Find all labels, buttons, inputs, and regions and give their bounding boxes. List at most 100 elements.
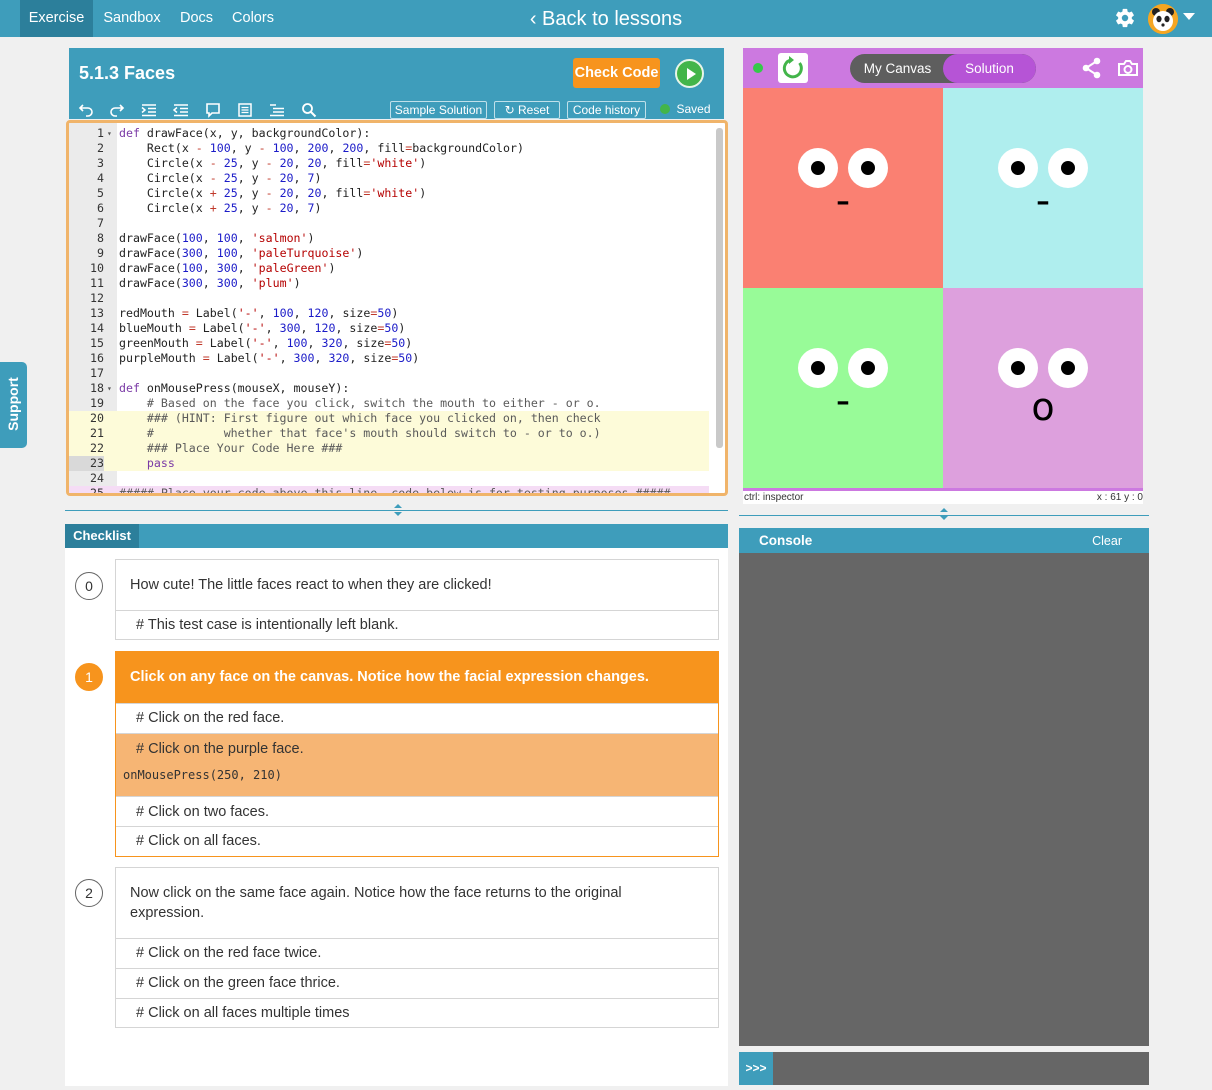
code-line[interactable]: 14 blueMouth = Label('-', 300, 120, size=… [69,321,709,336]
code-line[interactable]: 4 Circle(x - 25, y - 20, 7) [69,171,709,186]
saved-status: Saved [653,101,718,119]
code-line[interactable]: 11 drawFace(300, 300, 'plum') [69,276,709,291]
code-line[interactable]: 9 drawFace(300, 100, 'paleTurquoise') [69,246,709,261]
fold-arrow-icon[interactable]: ▾ [107,381,112,396]
back-to-lessons-link[interactable]: ‹ Back to lessons [530,8,682,30]
console-input[interactable]: >>> [739,1052,1149,1085]
drawing-canvas[interactable]: - - - o [743,88,1143,488]
code-line[interactable]: 18 ▾ def onMousePress(mouseX, mouseY): [69,381,709,396]
line-number: 23 [69,456,104,471]
line-number: 21 [90,426,104,440]
step-title: How cute! The little faces react to when… [130,577,492,593]
code-line[interactable]: 16 purpleMouth = Label('-', 300, 320, siz… [69,351,709,366]
chevron-down-icon[interactable] [1183,13,1195,20]
test-row[interactable]: # Click on the red face twice. [116,938,718,968]
refresh-icon[interactable] [778,53,808,83]
test-row[interactable]: # Click on two faces. [116,796,718,827]
code-text: Rect(x - 100, y - 100, 200, 200, fill=ba… [119,141,524,155]
code-text: ### Place Your Code Here ### [119,441,343,455]
resize-handle-icon[interactable] [393,503,403,517]
line-number: 17 [90,366,104,380]
code-text: Circle(x + 25, y - 20, 20, fill='white') [119,186,427,200]
test-row[interactable]: # Click on all faces. [116,826,718,856]
code-text: Circle(x + 25, y - 20, 7) [119,201,322,215]
tab-my-canvas[interactable]: My Canvas [850,54,945,83]
reset-button[interactable]: ↻ Reset [494,101,560,119]
pupil [811,161,825,175]
code-line[interactable]: 17 [69,366,709,381]
support-tab[interactable]: Support [0,362,27,448]
test-row-active[interactable]: # Click on the purple face. onMousePress… [116,733,718,797]
share-icon[interactable] [1082,57,1102,79]
face-blue[interactable]: - [943,88,1143,288]
pupil [811,361,825,375]
nav-tab-docs[interactable]: Docs [171,0,222,37]
code-line[interactable]: 2 Rect(x - 100, y - 100, 200, 200, fill=… [69,141,709,156]
code-line[interactable]: 22 ### Place Your Code Here ### [69,441,709,456]
face-green[interactable]: - [743,288,943,488]
code-line[interactable]: 24 [69,471,709,486]
test-row[interactable]: # Click on all faces multiple times [116,998,718,1028]
face-purple[interactable]: o [943,288,1143,488]
sample-solution-button[interactable]: Sample Solution [390,101,487,119]
code-history-button[interactable]: Code history [567,101,646,119]
code-line[interactable]: 1 ▾ def drawFace(x, y, backgroundColor): [69,126,709,141]
code-line[interactable]: 23 pass [69,456,709,471]
search-icon[interactable] [301,102,317,118]
test-row[interactable]: # Click on the red face. [116,703,718,733]
face-red[interactable]: - [743,88,943,288]
code-editor[interactable]: 1 ▾ def drawFace(x, y, backgroundColor): 2 … [66,120,728,496]
code-line[interactable]: 7 [69,216,709,231]
editor-header: 5.1.3 Faces Check Code Sample Solution ↻… [69,48,724,119]
format-icon[interactable] [237,102,253,118]
code-line[interactable]: 10 drawFace(100, 300, 'paleGreen') [69,261,709,276]
line-number: 19 [90,396,104,410]
line-number: 22 [90,441,104,455]
step-number: 2 [75,879,103,907]
code-line[interactable]: 25 ##### Place your code above this line,… [69,486,709,493]
code-line[interactable]: 8 drawFace(100, 100, 'salmon') [69,231,709,246]
code-text: purpleMouth = Label('-', 300, 320, size=… [119,351,420,365]
line-number: 7 [97,216,104,230]
pupil [1011,161,1025,175]
resize-handle-icon[interactable] [939,507,949,521]
line-number: 20 [90,411,104,425]
code-line[interactable]: 21 # whether that face's mouth should sw… [69,426,709,441]
editor-scrollbar[interactable] [716,128,723,448]
code-line[interactable]: 13 redMouth = Label('-', 100, 120, size=5… [69,306,709,321]
undo-icon[interactable] [78,102,94,118]
tab-checklist[interactable]: Checklist [65,524,139,548]
pupil [1061,161,1075,175]
checklist-bar: Checklist [65,524,728,548]
redo-icon[interactable] [109,102,125,118]
gear-icon[interactable] [1114,7,1136,29]
outdent-icon[interactable] [173,102,189,118]
list-icon[interactable] [269,102,285,118]
panda-avatar-icon[interactable] [1148,4,1178,34]
nav-tab-exercise[interactable]: Exercise [20,0,93,37]
check-code-button[interactable]: Check Code [573,58,660,88]
indent-icon[interactable] [141,102,157,118]
test-row[interactable]: # This test case is intentionally left b… [116,610,718,640]
line-number: 16 [90,351,104,365]
code-line[interactable]: 5 Circle(x + 25, y - 20, 20, fill='white… [69,186,709,201]
code-line[interactable]: 12 [69,291,709,306]
code-line[interactable]: 20 ### (HINT: First figure out which fac… [69,411,709,426]
camera-icon[interactable] [1117,59,1139,77]
code-text: Circle(x - 25, y - 20, 20, fill='white') [119,156,427,170]
run-button[interactable] [675,59,704,88]
tab-solution[interactable]: Solution [943,54,1036,83]
code-line[interactable]: 19 # Based on the face you click, switch… [69,396,709,411]
test-row[interactable]: # Click on the green face thrice. [116,968,718,998]
code-line[interactable]: 6 Circle(x + 25, y - 20, 7) [69,201,709,216]
nav-tab-sandbox[interactable]: Sandbox [93,0,171,37]
code-text: Circle(x - 25, y - 20, 7) [119,171,322,185]
line-number: 3 [97,156,104,170]
fold-arrow-icon[interactable]: ▾ [107,126,112,141]
comment-icon[interactable] [205,102,221,118]
nav-tab-colors[interactable]: Colors [222,0,284,37]
clear-console-button[interactable]: Clear [1092,534,1122,548]
code-line[interactable]: 3 Circle(x - 25, y - 20, 20, fill='white… [69,156,709,171]
code-line[interactable]: 15 greenMouth = Label('-', 100, 320, size… [69,336,709,351]
console-title: Console [759,533,813,548]
